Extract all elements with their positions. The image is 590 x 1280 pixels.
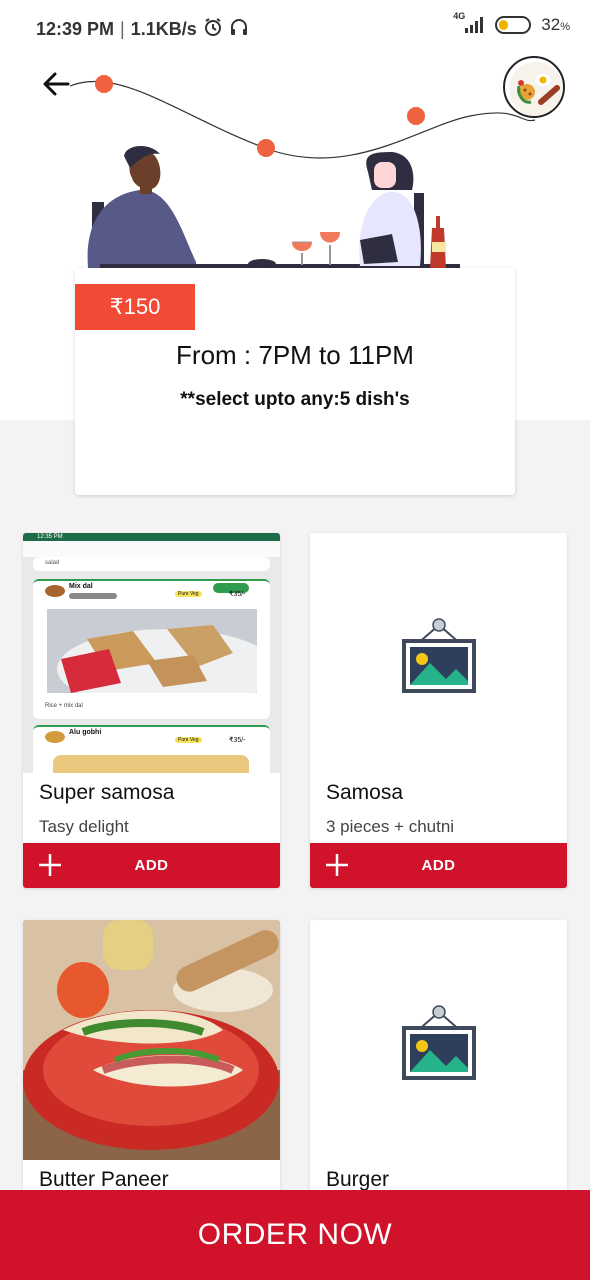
selection-note: **select upto any:5 dish's [180, 389, 410, 410]
plus-icon [37, 851, 63, 879]
status-bar: 12:39 PM | 1.1KB/s 4G 32% [0, 0, 590, 56]
image-placeholder-icon [402, 1004, 476, 1085]
status-speed: 1.1KB/s [130, 19, 197, 39]
dinner-illustration [69, 75, 536, 270]
dish-name: Butter Paneer [39, 1168, 169, 1191]
timing-text: From : 7PM to 11PM [176, 340, 414, 370]
dish-name: Super samosa [39, 781, 175, 804]
status-time: 12:39 PM [36, 19, 115, 39]
battery-percent: 32 [541, 15, 561, 34]
price-tag: ₹150 [75, 284, 195, 330]
dish-image [310, 920, 567, 1160]
battery-unit: % [560, 21, 570, 33]
offer-card: ₹150 From : 7PM to 11PM **select upto an… [75, 268, 515, 495]
dish-description: Tasy delight [39, 817, 129, 836]
dish-image [23, 920, 280, 1160]
avatar[interactable] [503, 56, 565, 118]
alarm-icon [203, 17, 223, 42]
dish-card-samosa[interactable]: Samosa 3 pieces + chutni ADD [310, 533, 567, 888]
image-placeholder-icon [402, 617, 476, 698]
battery-icon [495, 16, 532, 34]
headphones-icon [229, 17, 249, 42]
dish-image: 12:35 PM salad Mix dal Pure Veg ₹35/- Ri… [23, 533, 280, 773]
dish-description: 3 pieces + chutni [326, 817, 455, 836]
dish-image [310, 533, 567, 773]
add-button[interactable]: ADD [310, 843, 567, 888]
dish-card-super-samosa[interactable]: 12:35 PM salad Mix dal Pure Veg ₹35/- Ri… [23, 533, 280, 888]
arrow-left-icon [41, 69, 71, 104]
dish-name: Samosa [326, 781, 404, 804]
back-button[interactable] [38, 68, 74, 104]
add-button[interactable]: ADD [23, 843, 280, 888]
dish-name: Burger [326, 1168, 390, 1191]
signal-icon: 4G [453, 11, 485, 35]
order-now-button[interactable]: ORDER NOW [0, 1190, 590, 1280]
plus-icon [324, 851, 350, 879]
